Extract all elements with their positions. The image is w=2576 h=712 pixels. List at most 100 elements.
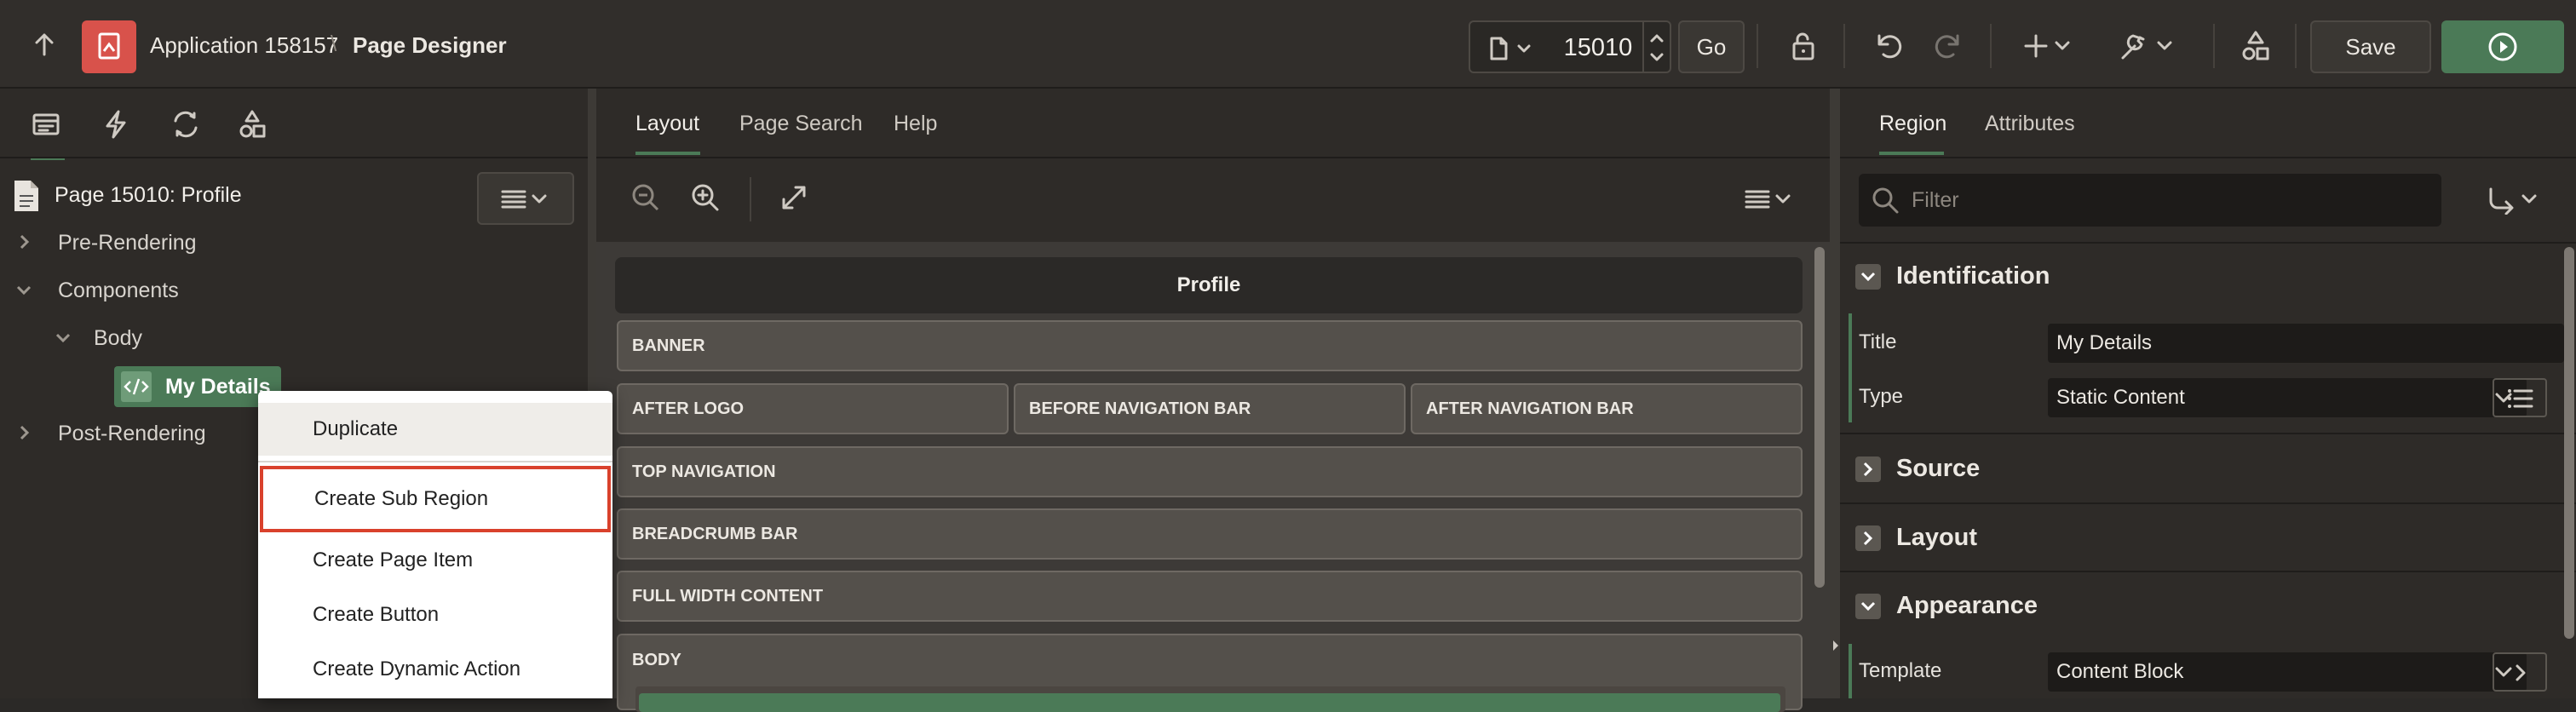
menu-item-duplicate[interactable]: Duplicate xyxy=(258,403,612,456)
shared-components-icon[interactable] xyxy=(2239,29,2273,63)
zoom-in-icon[interactable] xyxy=(690,182,721,213)
play-icon xyxy=(2487,32,2518,62)
up-arrow-icon[interactable] xyxy=(31,31,58,58)
tree-item-body[interactable]: Body xyxy=(94,326,142,351)
page-node-icon xyxy=(12,179,41,213)
context-menu: Duplicate Create Sub Region Create Page … xyxy=(258,391,612,698)
my-details-region-block[interactable] xyxy=(639,693,1780,712)
shared-components-tab-icon[interactable] xyxy=(237,109,267,140)
expand-chevron-icon[interactable] xyxy=(15,424,32,441)
canvas-page-title: Profile xyxy=(615,257,1803,313)
tree-item-my-details[interactable]: My Details xyxy=(114,366,281,407)
add-menu-icon[interactable] xyxy=(2024,31,2075,61)
search-icon xyxy=(1871,186,1900,215)
menu-item-create-page-item[interactable]: Create Page Item xyxy=(258,534,612,587)
property-editor-panel: Region Attributes Filter Identification … xyxy=(1840,89,2576,698)
region-breadcrumb-bar[interactable]: BREADCRUMB BAR xyxy=(617,508,1803,560)
menu-item-create-button[interactable]: Create Button xyxy=(258,589,612,641)
run-page-button[interactable] xyxy=(2441,20,2564,73)
tab-attributes[interactable]: Attributes xyxy=(1985,112,2075,136)
layout-panel: Layout Page Search Help Profile BANNER A… xyxy=(596,89,1830,712)
breadcrumb-separator: \ xyxy=(331,31,337,56)
go-to-group-icon[interactable] xyxy=(2486,186,2540,215)
zoom-out-icon[interactable] xyxy=(630,182,661,213)
title-label: Title xyxy=(1859,330,1897,353)
region-after-logo[interactable]: AFTER LOGO xyxy=(617,383,1009,434)
expand-section-icon[interactable] xyxy=(1855,456,1881,482)
section-source[interactable]: Source xyxy=(1896,455,1980,483)
canvas-scrollbar[interactable] xyxy=(1814,247,1825,588)
layout-canvas: Profile BANNER AFTER LOGO BEFORE NAVIGAT… xyxy=(596,242,1830,712)
template-select[interactable]: Content Block xyxy=(2048,652,2527,692)
expand-chevron-icon[interactable] xyxy=(15,233,32,250)
tab-region[interactable]: Region xyxy=(1879,112,1946,136)
tree-item-label: My Details xyxy=(165,375,271,399)
page-icon[interactable] xyxy=(1486,36,1511,61)
active-tab-indicator xyxy=(1879,152,1944,155)
collapse-section-icon[interactable] xyxy=(1855,264,1881,290)
collapse-arrow-icon[interactable] xyxy=(1831,639,1840,652)
layout-menu-icon[interactable] xyxy=(1743,186,1797,211)
region-before-navigation-bar[interactable]: BEFORE NAVIGATION BAR xyxy=(1014,383,1406,434)
region-after-navigation-bar[interactable]: AFTER NAVIGATION BAR xyxy=(1411,383,1803,434)
dynamic-actions-tab-icon[interactable] xyxy=(101,109,131,140)
page-selector[interactable]: 15010 xyxy=(1469,20,1671,73)
spinner-down-icon[interactable] xyxy=(1649,51,1665,63)
region-body[interactable]: BODY xyxy=(617,634,1803,712)
collapse-chevron-icon[interactable] xyxy=(15,281,32,298)
collapse-section-icon[interactable] xyxy=(1855,594,1881,619)
properties-scrollbar[interactable] xyxy=(2564,247,2574,639)
redo-icon[interactable] xyxy=(1932,29,1966,63)
code-region-icon xyxy=(121,371,152,402)
lock-icon[interactable] xyxy=(1785,29,1820,63)
title-input[interactable]: My Details xyxy=(2048,324,2564,363)
app-icon[interactable] xyxy=(82,20,136,73)
type-select-value: Static Content xyxy=(2056,386,2185,409)
filter-input[interactable]: Filter xyxy=(1859,174,2441,227)
spinner-up-icon[interactable] xyxy=(1649,32,1665,44)
tree-item-components[interactable]: Components xyxy=(58,278,179,303)
expand-section-icon[interactable] xyxy=(1855,525,1881,551)
template-options-button[interactable] xyxy=(2493,652,2547,692)
tree-menu-button[interactable] xyxy=(477,172,574,225)
region-full-width-content[interactable]: FULL WIDTH CONTENT xyxy=(617,571,1803,622)
processing-tab-icon[interactable] xyxy=(169,109,203,140)
rendering-tab-icon[interactable] xyxy=(31,109,61,140)
tree-item-pre-rendering[interactable]: Pre-Rendering xyxy=(58,231,197,256)
list-icon xyxy=(2506,387,2535,411)
save-button[interactable]: Save xyxy=(2310,20,2431,73)
page-designer-title: Page Designer xyxy=(353,32,507,58)
menu-item-create-sub-region[interactable]: Create Sub Region xyxy=(260,466,611,532)
wrench-menu-icon[interactable] xyxy=(2118,29,2177,63)
collapse-chevron-icon[interactable] xyxy=(55,329,72,346)
menu-lines-icon xyxy=(499,186,554,211)
top-toolbar: Application 158157 \ Page Designer 15010… xyxy=(0,0,2576,89)
region-top-navigation[interactable]: TOP NAVIGATION xyxy=(617,446,1803,497)
type-list-button[interactable] xyxy=(2493,378,2547,417)
expand-icon[interactable] xyxy=(779,182,809,213)
chevron-right-icon xyxy=(2511,663,2530,683)
region-banner[interactable]: BANNER xyxy=(617,320,1803,371)
right-splitter[interactable] xyxy=(1830,89,1840,698)
region-body-label: BODY xyxy=(632,651,681,669)
go-button[interactable]: Go xyxy=(1678,20,1745,73)
page-number-input[interactable]: 15010 xyxy=(1555,34,1641,63)
application-name[interactable]: Application 158157 xyxy=(150,32,338,59)
section-appearance[interactable]: Appearance xyxy=(1896,592,2038,620)
template-select-value: Content Block xyxy=(2056,660,2184,683)
undo-icon[interactable] xyxy=(1871,29,1905,63)
menu-item-create-dynamic-action[interactable]: Create Dynamic Action xyxy=(258,643,612,696)
tab-help[interactable]: Help xyxy=(894,112,937,136)
template-label: Template xyxy=(1859,659,1942,682)
type-select[interactable]: Static Content xyxy=(2048,378,2527,417)
tree-item-post-rendering[interactable]: Post-Rendering xyxy=(58,422,206,446)
section-layout[interactable]: Layout xyxy=(1896,524,1977,552)
page-node-title[interactable]: Page 15010: Profile xyxy=(55,183,242,208)
active-tab-indicator xyxy=(635,152,700,155)
tab-page-search[interactable]: Page Search xyxy=(739,112,863,136)
tab-layout[interactable]: Layout xyxy=(635,112,699,136)
type-label: Type xyxy=(1859,385,1904,408)
section-identification[interactable]: Identification xyxy=(1896,262,2050,290)
chevron-down-icon[interactable] xyxy=(1516,41,1532,56)
filter-placeholder: Filter xyxy=(1912,188,1959,212)
